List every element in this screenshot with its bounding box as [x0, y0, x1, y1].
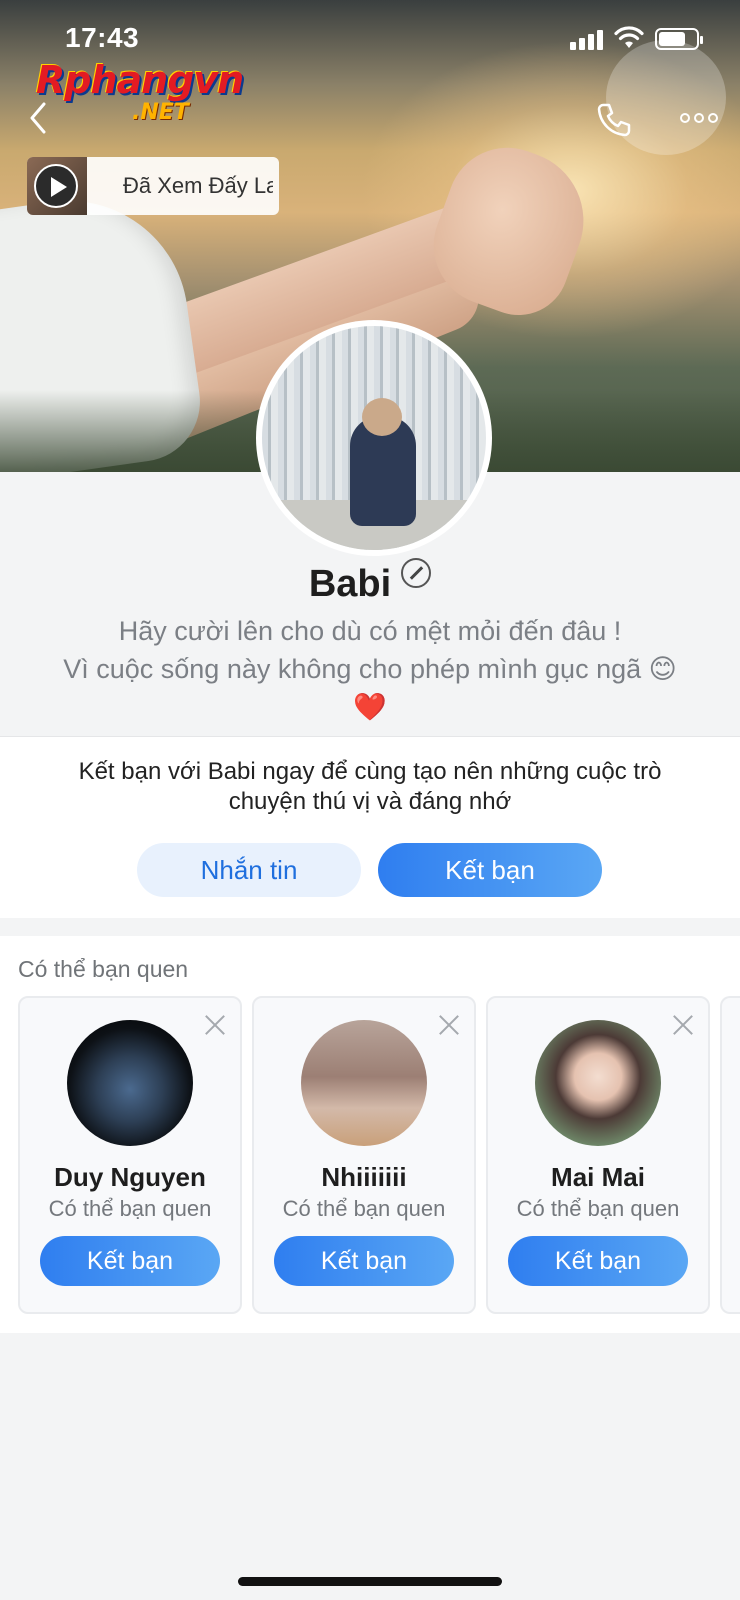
watermark-suffix: .NET: [132, 100, 189, 125]
profile-avatar[interactable]: [256, 320, 492, 556]
suggestion-card[interactable]: Duy Nguyen Có thể bạn quen Kết bạn: [18, 996, 242, 1314]
status-time: 17:43: [65, 22, 140, 53]
friend-suggestions: Có thể bạn quen Duy Nguyen Có thể bạn qu…: [0, 936, 740, 1333]
profile-page: 17:43 Rphangvn .NET Đã Xem Đấy La Babi H…: [0, 0, 740, 1600]
suggestion-add-friend-button[interactable]: Kết bạn: [508, 1236, 688, 1286]
suggestion-subtitle: Có thể bạn quen: [516, 1196, 680, 1221]
avatar-image: [262, 326, 486, 550]
chevron-left-icon[interactable]: [20, 98, 60, 138]
avatar: [67, 1020, 193, 1146]
suggestion-add-friend-button[interactable]: Kết bạn: [40, 1236, 220, 1286]
suggestion-subtitle: Có thể bạn quen: [282, 1196, 446, 1221]
suggestions-title: Có thể bạn quen: [18, 956, 189, 982]
add-friend-button[interactable]: Kết bạn: [378, 843, 602, 897]
play-icon[interactable]: [34, 164, 78, 208]
watermark-logo: Rphangvn .NET: [36, 58, 266, 128]
signal-icon: [570, 28, 604, 50]
avatar: [535, 1020, 661, 1146]
suggestion-card[interactable]: Mai Mai Có thể bạn quen Kết bạn: [486, 996, 710, 1314]
bio-line: Hãy cười lên cho dù có mệt mỏi đến đâu !: [118, 616, 622, 646]
profile-name-row: Babi: [0, 558, 740, 606]
edit-pencil-icon[interactable]: [401, 558, 432, 588]
more-horizontal-icon[interactable]: [680, 104, 724, 132]
suggestion-card-partial[interactable]: [720, 996, 740, 1314]
music-title: Đã Xem Đấy La: [123, 173, 273, 198]
close-icon[interactable]: [202, 1012, 228, 1038]
suggestion-name: Nhiiiiiii: [321, 1162, 407, 1192]
suggestion-add-friend-button[interactable]: Kết bạn: [274, 1236, 454, 1286]
suggestion-card[interactable]: Nhiiiiiii Có thể bạn quen Kết bạn: [252, 996, 476, 1314]
heart-emoji: ❤️: [353, 692, 387, 722]
close-icon[interactable]: [670, 1012, 696, 1038]
add-friend-prompt-text: Kết bạn với Babi ngay để cùng tạo nên nh…: [78, 758, 662, 815]
more-button-highlight: [606, 40, 726, 155]
profile-bio: Hãy cười lên cho dù có mệt mỏi đến đâu !…: [20, 612, 720, 726]
profile-music-pill[interactable]: Đã Xem Đấy La: [27, 157, 279, 215]
avatar: [301, 1020, 427, 1146]
profile-name: Babi: [308, 563, 392, 605]
watermark-main: Rphangvn: [36, 58, 244, 102]
suggestion-name: Mai Mai: [551, 1162, 645, 1192]
message-button[interactable]: Nhắn tin: [137, 843, 361, 897]
add-friend-prompt: Kết bạn với Babi ngay để cùng tạo nên nh…: [0, 736, 740, 918]
home-indicator[interactable]: [238, 1577, 502, 1586]
bio-line: Vì cuộc sống này không cho phép mình gục…: [63, 654, 677, 684]
suggestion-subtitle: Có thể bạn quen: [48, 1196, 212, 1221]
close-icon[interactable]: [436, 1012, 462, 1038]
suggestion-name: Duy Nguyen: [54, 1162, 206, 1192]
